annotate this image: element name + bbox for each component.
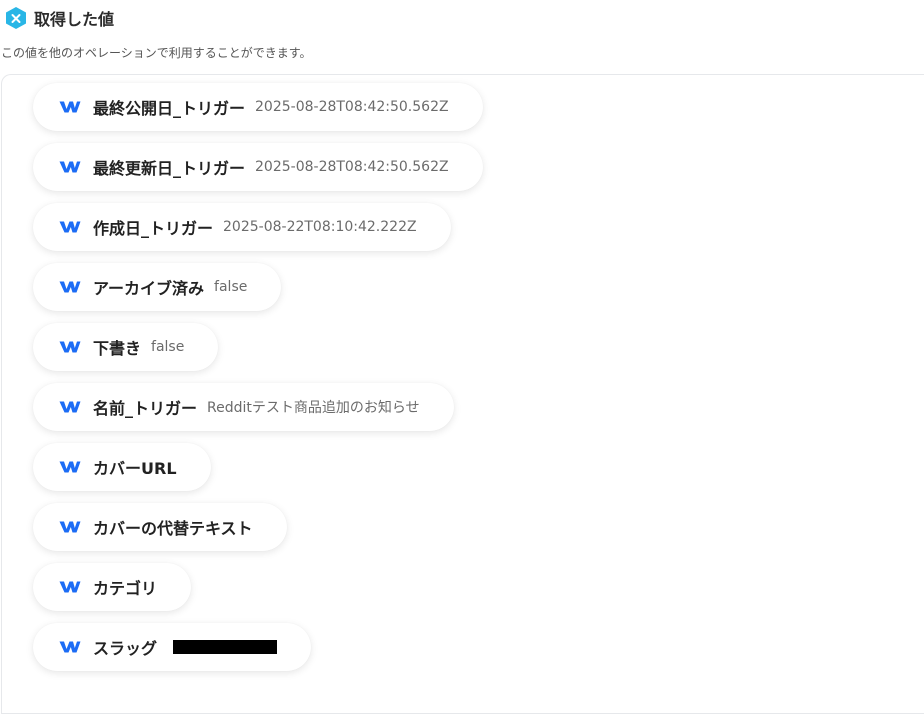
value-chip-cover-alt-text[interactable]: カバーの代替テキスト (33, 503, 287, 551)
value-chip-slug[interactable]: スラッグ (33, 623, 312, 671)
webflow-icon (59, 580, 81, 594)
webflow-icon (59, 280, 81, 294)
value-label: カバーURL (93, 459, 177, 478)
value-label: 最終公開日_トリガー (93, 99, 246, 118)
value-label: 作成日_トリガー (93, 219, 214, 238)
value-chip-name[interactable]: 名前_トリガー Redditテスト商品追加のお知らせ (33, 383, 454, 431)
value-text: Redditテスト商品追加のお知らせ (207, 400, 420, 416)
webflow-icon (59, 220, 81, 234)
header: 取得した値 (4, 6, 114, 30)
section-description: この値を他のオペレーションで利用することができます。 (1, 46, 312, 60)
webflow-icon (59, 460, 81, 474)
close-x-icon (4, 6, 28, 30)
webflow-icon (59, 520, 81, 534)
value-label: 名前_トリガー (93, 399, 198, 418)
value-chip-last-updated[interactable]: 最終更新日_トリガー 2025-08-28T08:42:50.562Z (33, 143, 483, 191)
value-chip-last-published[interactable]: 最終公開日_トリガー 2025-08-28T08:42:50.562Z (33, 83, 483, 131)
webflow-icon (59, 400, 81, 414)
value-chip-draft[interactable]: 下書き false (33, 323, 219, 371)
value-chip-created[interactable]: 作成日_トリガー 2025-08-22T08:10:42.222Z (33, 203, 451, 251)
redacted-value (173, 640, 278, 654)
section-title: 取得した値 (34, 10, 115, 29)
webflow-icon (59, 640, 81, 654)
value-label: カテゴリ (93, 579, 158, 598)
value-chip-category[interactable]: カテゴリ (33, 563, 192, 611)
webflow-icon (59, 160, 81, 174)
value-label: 下書き (93, 339, 142, 358)
value-chip-cover-url[interactable]: カバーURL (33, 443, 211, 491)
value-label: 最終更新日_トリガー (93, 159, 246, 178)
value-label: スラッグ (93, 639, 158, 658)
value-text: 2025-08-22T08:10:42.222Z (223, 219, 417, 235)
value-label: アーカイブ済み (93, 279, 205, 298)
value-text: 2025-08-28T08:42:50.562Z (255, 99, 449, 115)
webflow-icon (59, 340, 81, 354)
value-text: false (151, 339, 185, 355)
value-label: カバーの代替テキスト (93, 519, 253, 538)
value-text: 2025-08-28T08:42:50.562Z (255, 159, 449, 175)
value-text: false (214, 279, 248, 295)
value-chip-archived[interactable]: アーカイブ済み false (33, 263, 282, 311)
webflow-icon (59, 100, 81, 114)
